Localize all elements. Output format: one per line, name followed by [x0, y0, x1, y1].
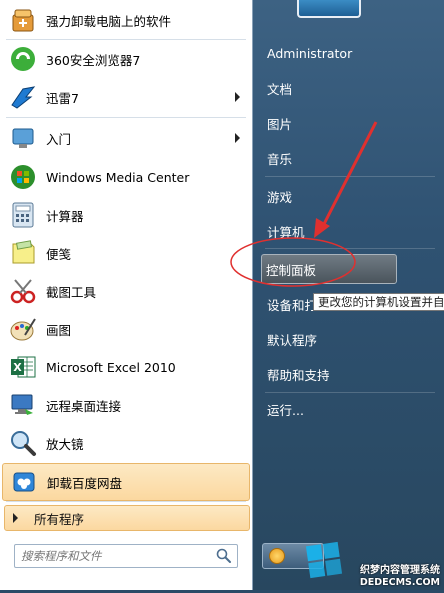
svg-text:X: X	[13, 361, 22, 374]
magnifier-icon	[8, 428, 38, 458]
places-item-label: 帮助和支持	[267, 367, 330, 383]
divider	[6, 117, 246, 118]
360-browser-icon	[8, 44, 38, 74]
windows-media-center-icon	[8, 162, 38, 192]
divider	[6, 501, 246, 502]
submenu-arrow-icon	[235, 133, 240, 143]
divider	[265, 392, 435, 393]
places-item-help-support[interactable]: 帮助和支持	[263, 362, 330, 386]
program-label: 卸载百度网盘	[47, 475, 123, 491]
search-icon[interactable]	[215, 547, 233, 565]
thunder-bird-icon	[8, 82, 38, 112]
program-item-360-browser[interactable]: 360安全浏览器7	[2, 41, 248, 77]
places-item-run[interactable]: 运行...	[263, 397, 304, 421]
program-label: 计算器	[46, 208, 84, 224]
program-item-excel[interactable]: X Microsoft Excel 2010	[2, 349, 248, 385]
start-menu-programs-pane: 强力卸载电脑上的软件 360安全浏览器7 迅雷7 入门 Windows Medi…	[0, 0, 253, 590]
getting-started-icon	[8, 123, 38, 153]
program-label: 画图	[46, 322, 72, 338]
places-item-documents[interactable]: 文档	[263, 76, 292, 100]
places-item-label: 运行...	[267, 402, 304, 418]
program-label: 360安全浏览器7	[46, 52, 141, 68]
program-item-baidu-netdisk[interactable]: 卸载百度网盘	[2, 463, 250, 501]
program-label: 迅雷7	[46, 90, 79, 106]
program-label: 入门	[46, 131, 72, 147]
snipping-tool-icon	[8, 276, 38, 306]
places-item-label: 控制面板	[266, 262, 317, 278]
search-box[interactable]	[14, 544, 238, 568]
program-item-snipping-tool[interactable]: 截图工具	[2, 273, 248, 309]
places-item-games[interactable]: 游戏	[263, 184, 292, 208]
program-item-getting-started[interactable]: 入门	[2, 120, 248, 156]
expand-arrow-icon	[13, 513, 18, 523]
program-label: Windows Media Center	[46, 169, 190, 185]
places-item-label: 计算机	[267, 224, 305, 240]
sticky-notes-icon	[8, 238, 38, 268]
watermark-title: 织梦内容管理系统	[360, 565, 440, 576]
places-item-music[interactable]: 音乐	[263, 146, 292, 170]
program-label: 放大镜	[46, 436, 84, 452]
calculator-icon	[8, 200, 38, 230]
places-item-computer[interactable]: 计算机	[263, 219, 305, 243]
watermark-url: DEDECMS.COM	[359, 577, 440, 588]
places-item-label: Administrator	[267, 45, 353, 61]
all-programs-button[interactable]: 所有程序	[4, 505, 250, 531]
places-item-default-programs[interactable]: 默认程序	[263, 327, 317, 351]
program-item-magnifier[interactable]: 放大镜	[2, 425, 248, 461]
places-item-label: 音乐	[267, 151, 293, 167]
watermark: 织梦内容管理系统 DEDECMS.COM	[294, 530, 444, 590]
places-item-administrator[interactable]: Administrator	[263, 41, 352, 65]
program-item-paint[interactable]: 画图	[2, 311, 248, 347]
places-item-pictures[interactable]: 图片	[263, 111, 292, 135]
program-label: 便笺	[46, 246, 72, 262]
places-item-label: 设备和打	[267, 297, 318, 313]
places-item-control-panel[interactable]: 控制面板	[261, 254, 397, 284]
program-item-uninstall-software[interactable]: 强力卸载电脑上的软件	[2, 2, 248, 38]
baidu-netdisk-icon	[9, 467, 39, 497]
control-panel-tooltip: 更改您的计算机设置并自	[313, 293, 444, 311]
program-item-sticky-notes[interactable]: 便笺	[2, 235, 248, 271]
places-item-devices-printers[interactable]: 设备和打	[263, 292, 317, 316]
program-item-thunder[interactable]: 迅雷7	[2, 79, 248, 115]
divider	[265, 248, 435, 249]
program-label: Microsoft Excel 2010	[46, 359, 176, 375]
places-item-label: 默认程序	[267, 332, 318, 348]
submenu-arrow-icon	[235, 92, 240, 102]
excel-icon: X	[8, 352, 38, 382]
program-item-media-center[interactable]: Windows Media Center	[2, 159, 248, 195]
places-item-label: 图片	[267, 116, 293, 132]
divider	[265, 176, 435, 177]
user-avatar[interactable]	[297, 0, 361, 18]
divider	[6, 39, 246, 40]
search-input[interactable]	[15, 546, 215, 566]
shield-warning-icon	[269, 548, 285, 564]
program-item-remote-desktop[interactable]: 远程桌面连接	[2, 387, 248, 423]
paint-icon	[8, 314, 38, 344]
program-label: 远程桌面连接	[46, 398, 122, 414]
uninstall-box-icon	[8, 5, 38, 35]
program-label: 截图工具	[46, 284, 97, 300]
all-programs-label: 所有程序	[34, 511, 85, 527]
program-item-calculator[interactable]: 计算器	[2, 197, 248, 233]
program-label: 强力卸载电脑上的软件	[46, 13, 172, 29]
places-item-label: 游戏	[267, 189, 293, 205]
remote-desktop-icon	[8, 390, 38, 420]
places-item-label: 文档	[267, 81, 293, 97]
